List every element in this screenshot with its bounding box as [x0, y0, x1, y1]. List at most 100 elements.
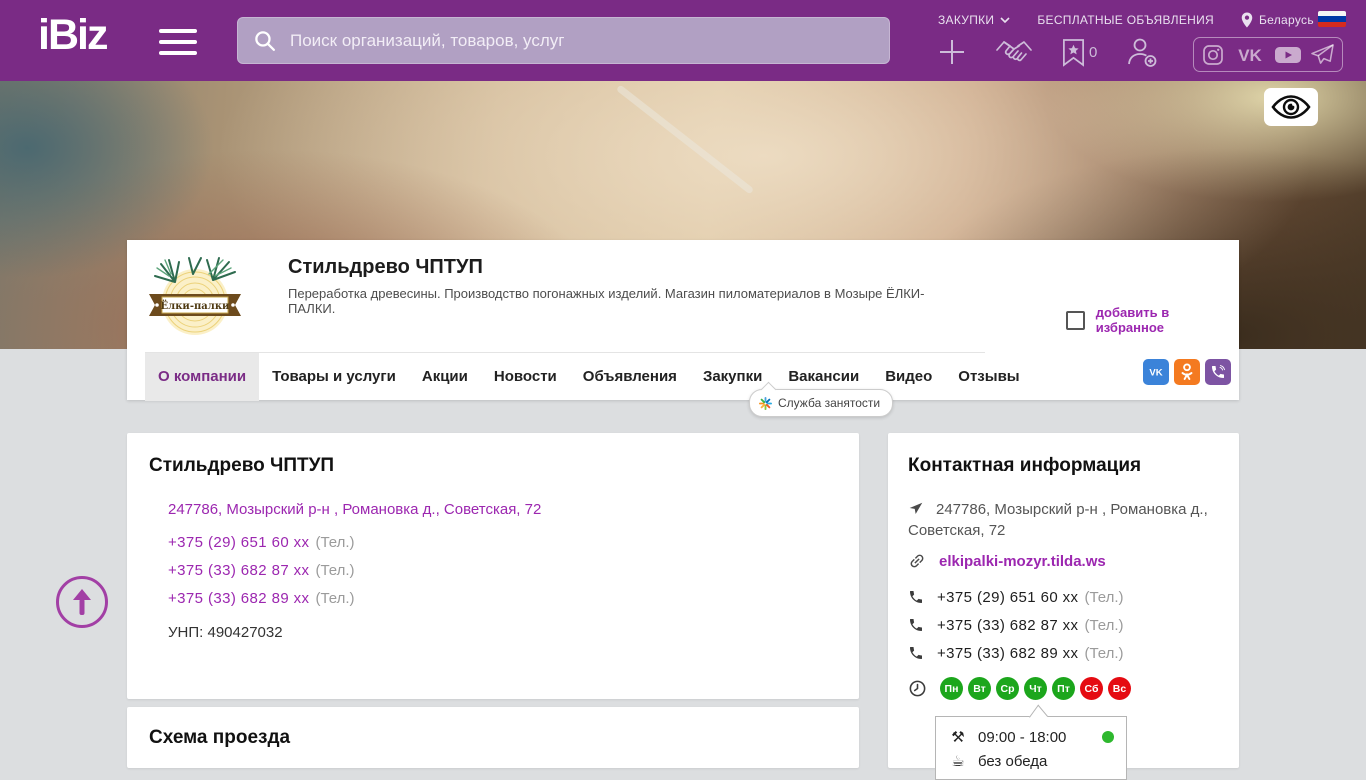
tab-about[interactable]: О компании: [145, 353, 260, 401]
map-card: Схема проезда: [127, 707, 859, 768]
header-top-menu: ЗАКУПКИ БЕСПЛАТНЫЕ ОБЪЯВЛЕНИЯ Беларусь: [938, 12, 1314, 28]
phone-number[interactable]: +375 (33) 682 87 xx: [937, 617, 1078, 634]
phone-number[interactable]: +375 (29) 651 60 xx: [168, 534, 309, 551]
svg-text:VK: VK: [1238, 46, 1262, 65]
phone-note: (Тел.): [315, 534, 355, 551]
menu-free-ads[interactable]: БЕСПЛАТНЫЕ ОБЪЯВЛЕНИЯ: [1037, 13, 1214, 27]
add-to-favorites[interactable]: добавить в избранное: [1066, 305, 1239, 335]
company-unp: УНП: 490427032: [168, 624, 283, 641]
top-header: iBiz ЗАКУПКИ БЕСПЛАТНЫЕ ОБЪЯВЛЕНИЯ Белар…: [0, 0, 1366, 81]
site-logo[interactable]: iBiz: [38, 11, 108, 60]
tab-promos[interactable]: Акции: [409, 353, 481, 401]
tab-reviews[interactable]: Отзывы: [945, 353, 1032, 401]
instagram-icon[interactable]: [1201, 43, 1225, 67]
phone-icon: [910, 619, 922, 631]
phone-note: (Тел.): [315, 562, 355, 579]
day-badge-fri[interactable]: Пт: [1052, 677, 1075, 700]
phone-number[interactable]: +375 (33) 682 87 xx: [168, 562, 309, 579]
favorites-bookmark-icon[interactable]: 0: [1061, 38, 1097, 67]
phone-icon: [910, 591, 922, 603]
person-add-icon[interactable]: [1125, 36, 1159, 68]
lunch-row: ☕ без обеда: [948, 749, 1114, 773]
language-flag-ru-icon[interactable]: [1318, 11, 1346, 27]
svg-text:VK: VK: [1149, 368, 1162, 378]
scroll-to-top-button[interactable]: [56, 576, 108, 628]
tools-icon: ⚒: [951, 728, 965, 746]
website-link[interactable]: elkipalki-mozyr.tilda.ws: [939, 553, 1106, 570]
menu-zakupki[interactable]: ЗАКУПКИ: [938, 13, 1010, 27]
views-eye-button[interactable]: [1264, 88, 1318, 126]
phone-number[interactable]: +375 (33) 682 89 xx: [168, 590, 309, 607]
menu-country[interactable]: Беларусь: [1241, 12, 1314, 28]
day-badge-thu[interactable]: Чт: [1024, 677, 1047, 700]
lunch-value: без обеда: [978, 752, 1048, 770]
contact-website-row: elkipalki-mozyr.tilda.ws: [908, 552, 1106, 570]
phone-note: (Тел.): [1084, 644, 1124, 662]
header-action-icons: 0: [937, 36, 1159, 68]
add-plus-icon[interactable]: [937, 37, 967, 67]
telegram-icon[interactable]: [1310, 43, 1335, 66]
about-title: Стильдрево ЧПТУП: [149, 455, 335, 476]
day-badge-sat[interactable]: Сб: [1080, 677, 1103, 700]
clock-icon: [909, 680, 926, 697]
arrow-up-icon: [73, 589, 91, 615]
phone-icon: [910, 647, 922, 659]
search-bar: [237, 17, 890, 64]
youtube-icon[interactable]: [1274, 45, 1302, 65]
vk-badge-icon[interactable]: VK: [1143, 359, 1169, 385]
day-badge-mon[interactable]: Пн: [940, 677, 963, 700]
phone-note: (Тел.): [1084, 588, 1124, 606]
tab-news[interactable]: Новости: [481, 353, 570, 401]
phone-row: +375 (33) 682 89 xx (Тел.): [908, 639, 1124, 667]
day-badge-tue[interactable]: Вт: [968, 677, 991, 700]
nav-arrow-icon: [909, 502, 923, 514]
contact-address: 247786, Мозырский р-н , Романовка д., Со…: [908, 501, 1208, 539]
contact-phones: +375 (29) 651 60 xx (Тел.) +375 (33) 682 …: [908, 583, 1124, 667]
contact-title: Контактная информация: [908, 455, 1142, 476]
odnoklassniki-badge-icon[interactable]: [1174, 359, 1200, 385]
day-badge-sun[interactable]: Вс: [1108, 677, 1131, 700]
hamburger-menu-icon[interactable]: [159, 29, 197, 55]
company-header-card: Ёлки-палки Стильдрево ЧПТУП Переработка …: [127, 240, 1239, 401]
about-phones: +375 (29) 651 60 xx (Тел.) +375 (33) 682 …: [168, 534, 355, 618]
company-name: Стильдрево ЧПТУП: [288, 256, 483, 278]
tab-ads[interactable]: Объявления: [570, 353, 690, 401]
pen-decoration: [615, 84, 755, 195]
phone-number[interactable]: +375 (29) 651 60 xx: [937, 589, 1078, 606]
company-social-buttons: VK: [1143, 359, 1231, 385]
viber-badge-icon[interactable]: [1205, 359, 1231, 385]
working-days-row: Пн Вт Ср Чт Пт Сб Вс: [908, 677, 1136, 700]
day-badge-wed[interactable]: Ср: [996, 677, 1019, 700]
company-logo: Ёлки-палки: [149, 257, 241, 335]
map-title: Схема проезда: [149, 727, 291, 748]
phone-row: +375 (29) 651 60 xx (Тел.): [908, 583, 1124, 611]
eye-icon: [1271, 95, 1311, 119]
phone-note: (Тел.): [1084, 616, 1124, 634]
phone-row: +375 (33) 682 89 xx (Тел.): [168, 590, 355, 607]
employment-service-tooltip: Служба занятости: [749, 389, 894, 417]
favorite-checkbox[interactable]: [1066, 310, 1085, 330]
handshake-icon[interactable]: [995, 37, 1033, 67]
phone-number[interactable]: +375 (33) 682 89 xx: [937, 645, 1078, 662]
favorites-count: 0: [1089, 43, 1098, 61]
hours-row: ⚒ 09:00 - 18:00: [948, 725, 1114, 749]
about-address-link[interactable]: 247786, Мозырский р-н , Романовка д., Со…: [168, 501, 541, 518]
hours-value: 09:00 - 18:00: [978, 728, 1067, 746]
employment-service-label: Служба занятости: [778, 396, 881, 410]
phone-row: +375 (29) 651 60 xx (Тел.): [168, 534, 355, 551]
working-hours-tooltip: ⚒ 09:00 - 18:00 ☕ без обеда: [935, 716, 1127, 780]
open-status-dot: [1102, 731, 1114, 743]
phone-note: (Тел.): [315, 590, 355, 607]
header-social-links: VK: [1193, 37, 1343, 72]
vk-icon[interactable]: VK: [1233, 45, 1267, 65]
search-input[interactable]: [288, 29, 875, 52]
employment-service-icon: [759, 396, 772, 410]
contact-card: Контактная информация 247786, Мозырский …: [888, 433, 1239, 780]
coffee-icon: ☕: [951, 752, 965, 770]
svg-text:Ёлки-палки: Ёлки-палки: [161, 299, 231, 312]
search-icon: [255, 31, 276, 52]
tab-products[interactable]: Товары и услуги: [259, 353, 409, 401]
location-pin-icon: [1241, 12, 1253, 28]
chevron-down-icon: [1000, 16, 1010, 23]
link-icon: [910, 554, 924, 568]
